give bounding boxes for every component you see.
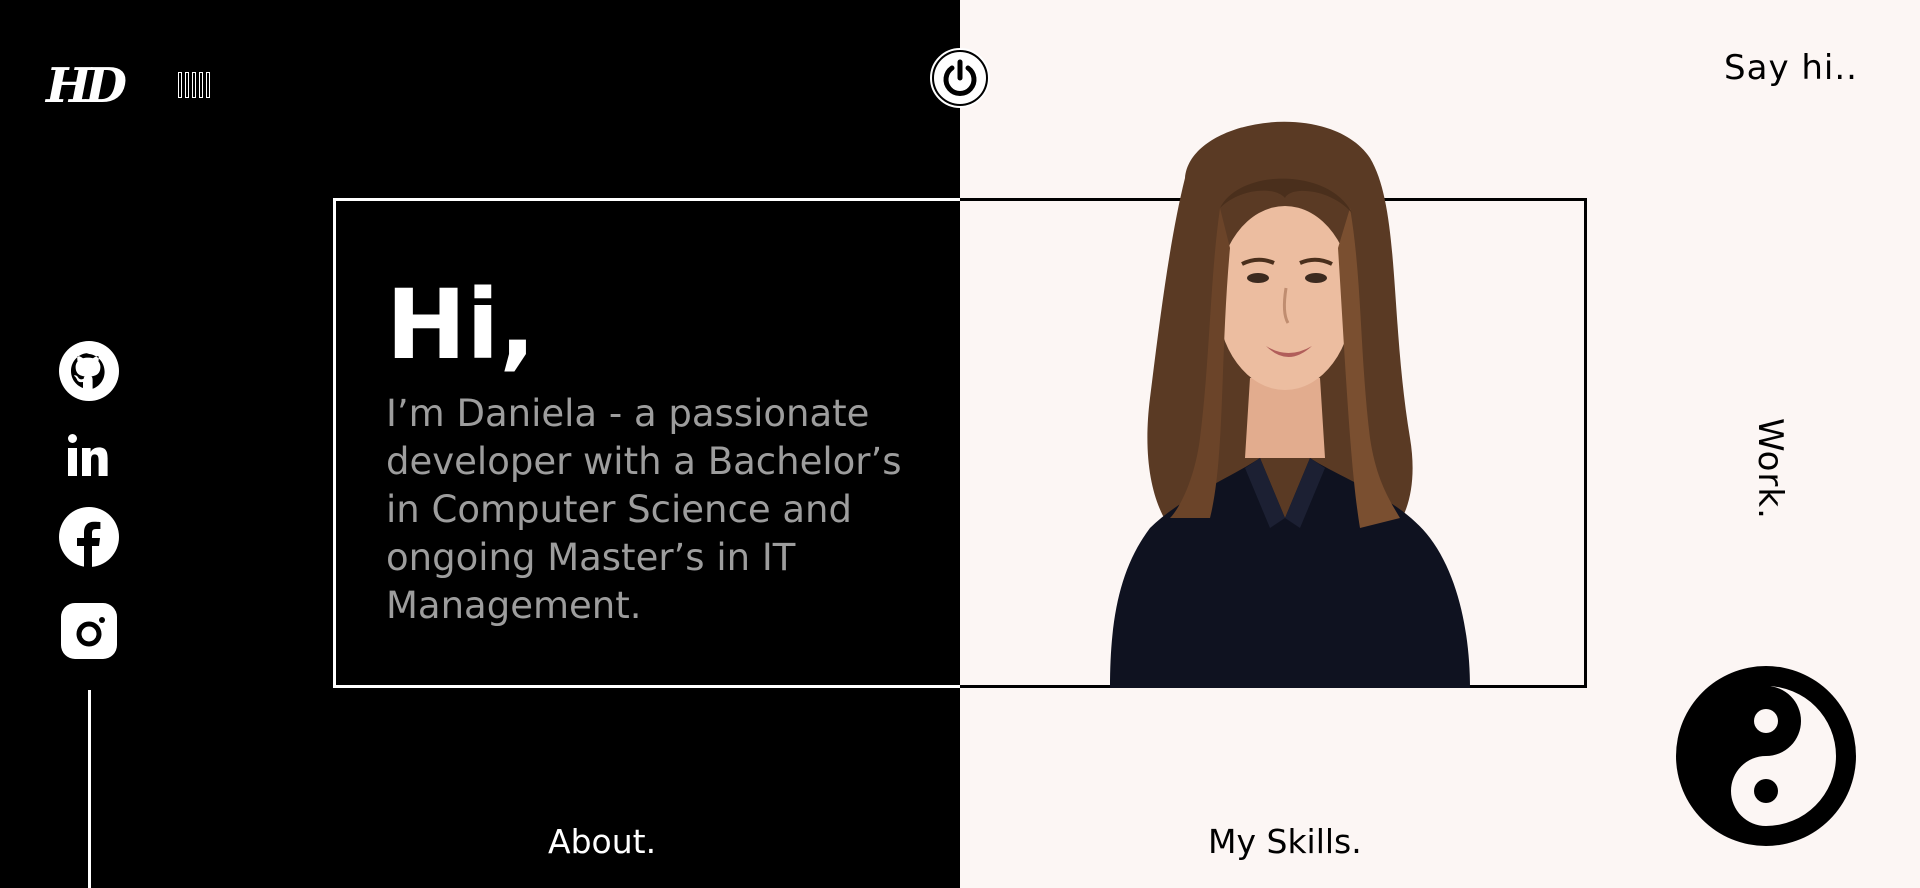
facebook-icon[interactable]	[58, 506, 120, 568]
work-link[interactable]: Work.	[1750, 418, 1790, 520]
site-logo[interactable]: HD	[46, 58, 138, 114]
hero-greeting: Hi,	[386, 269, 536, 381]
about-link[interactable]: About.	[548, 822, 656, 861]
social-divider-line	[88, 690, 91, 888]
my-skills-link[interactable]: My Skills.	[1208, 822, 1362, 861]
hero-intro: I’m Daniela - a passionate developer wit…	[386, 392, 902, 627]
instagram-icon[interactable]	[58, 600, 120, 662]
say-hi-link[interactable]: Say hi..	[1724, 48, 1858, 88]
github-icon[interactable]	[58, 340, 120, 402]
power-icon[interactable]	[930, 48, 990, 108]
portrait-photo	[1110, 121, 1470, 688]
linkedin-icon[interactable]	[58, 426, 120, 488]
yin-yang-icon[interactable]	[1674, 664, 1858, 848]
menu-bars-icon[interactable]	[178, 72, 210, 98]
